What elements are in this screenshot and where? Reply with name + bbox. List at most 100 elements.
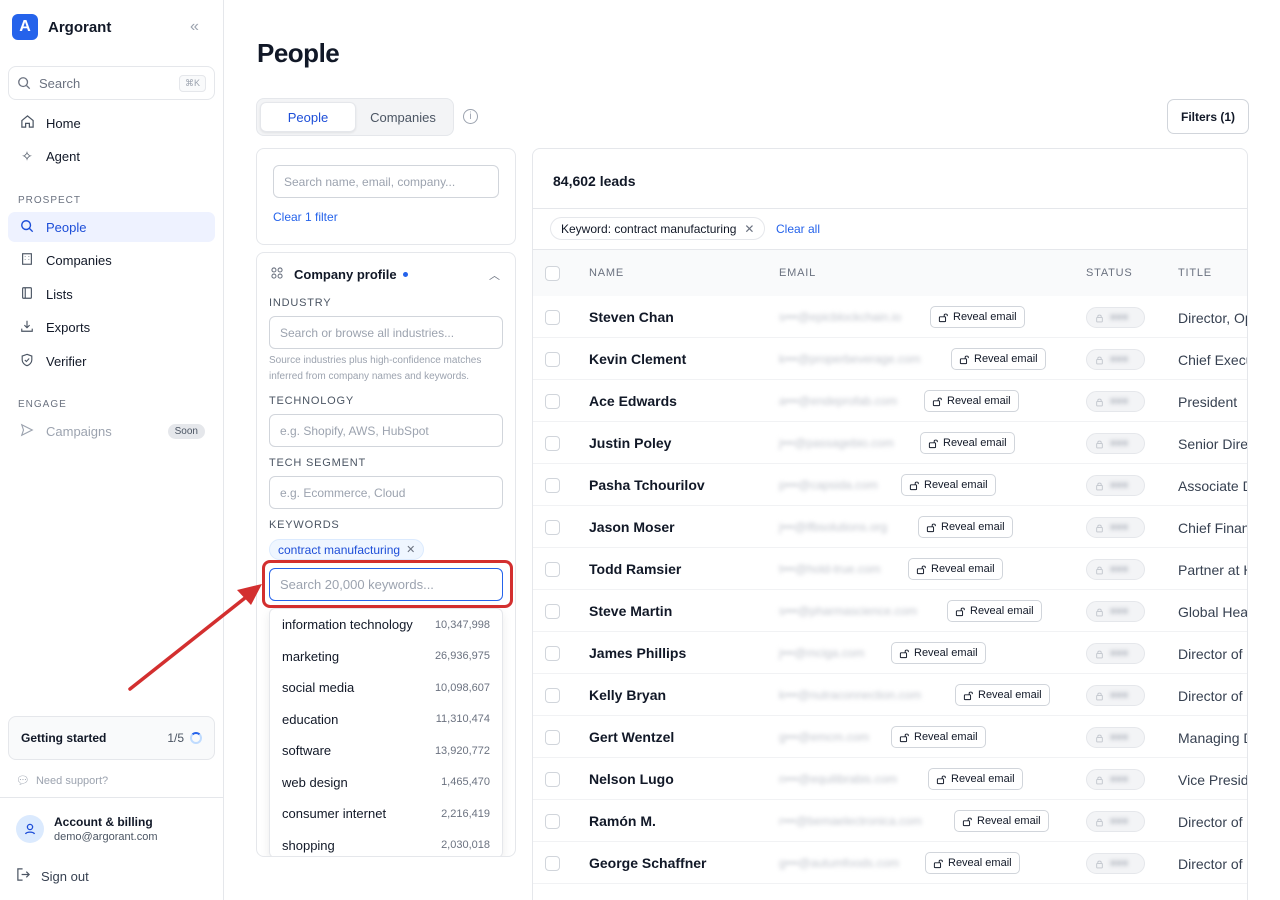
column-header-title[interactable]: TITLE [1178, 267, 1212, 279]
lead-name[interactable]: Justin Poley [589, 435, 671, 451]
keyword-option[interactable]: software 13,920,772 [270, 735, 502, 767]
industry-input[interactable]: Search or browse all industries... [269, 316, 503, 349]
lead-name[interactable]: Kevin Clement [589, 351, 686, 367]
table-row[interactable]: Kelly Bryan k•••@nutraconnection.com Revea… [533, 674, 1247, 716]
filter-search-panel: Search name, email, company... Clear 1 f… [256, 148, 516, 245]
reveal-email-button[interactable]: Reveal email [891, 642, 986, 664]
reveal-email-button[interactable]: Reveal email [925, 852, 1020, 874]
sidebar-search[interactable]: Search ⌘K [8, 66, 215, 100]
row-checkbox[interactable] [545, 436, 560, 451]
tech-segment-input[interactable]: e.g. Ecommerce, Cloud [269, 476, 503, 509]
row-checkbox[interactable] [545, 688, 560, 703]
reveal-email-button[interactable]: Reveal email [930, 306, 1025, 328]
company-profile-header[interactable]: Company profile [270, 266, 408, 283]
column-header-email[interactable]: EMAIL [779, 267, 816, 279]
account-billing[interactable]: Account & billing demo@argorant.com [16, 815, 158, 843]
keyword-option[interactable]: marketing 26,936,975 [270, 641, 502, 673]
table-row[interactable]: Kevin Clement k•••@properbeverage.com Reve… [533, 338, 1247, 380]
reveal-email-button[interactable]: Reveal email [951, 348, 1046, 370]
table-row[interactable]: Ace Edwards a•••@endeprofab.com Reveal ema… [533, 380, 1247, 422]
table-row[interactable]: Nelson Lugo n•••@equilibrabis.com Reveal e… [533, 758, 1247, 800]
reveal-email-button[interactable]: Reveal email [924, 390, 1019, 412]
lead-name[interactable]: Jason Moser [589, 519, 675, 535]
technology-input[interactable]: e.g. Shopify, AWS, HubSpot [269, 414, 503, 447]
row-checkbox[interactable] [545, 856, 560, 871]
lead-name[interactable]: Ace Edwards [589, 393, 677, 409]
sidebar-item-lists[interactable]: Lists [8, 279, 215, 309]
lead-name[interactable]: Nelson Lugo [589, 771, 674, 787]
row-checkbox[interactable] [545, 520, 560, 535]
clear-all-link[interactable]: Clear all [776, 222, 820, 236]
reveal-email-button[interactable]: Reveal email [918, 516, 1013, 538]
keyword-option[interactable]: social media 10,098,607 [270, 672, 502, 704]
row-checkbox[interactable] [545, 730, 560, 745]
column-header-name[interactable]: NAME [589, 267, 624, 279]
reveal-email-button[interactable]: Reveal email [901, 474, 996, 496]
table-row[interactable]: Pasha Tchourilov p•••@capsida.com Reveal e… [533, 464, 1247, 506]
row-checkbox[interactable] [545, 478, 560, 493]
row-checkbox[interactable] [545, 772, 560, 787]
people-search-input[interactable]: Search name, email, company... [273, 165, 499, 198]
lead-name[interactable]: George Schaffner [589, 855, 706, 871]
keyword-option[interactable]: information technology 10,347,998 [270, 609, 502, 641]
lead-name[interactable]: James Phillips [589, 645, 686, 661]
sidebar-item-people[interactable]: People [8, 212, 215, 242]
reveal-email-button[interactable]: Reveal email [947, 600, 1042, 622]
row-checkbox[interactable] [545, 394, 560, 409]
sidebar-item-verifier[interactable]: Verifier [8, 346, 215, 376]
sidebar-item-exports[interactable]: Exports [8, 312, 215, 342]
tab-people[interactable]: People [260, 102, 356, 132]
select-all-checkbox[interactable] [545, 266, 560, 281]
reveal-email-button[interactable]: Reveal email [891, 726, 986, 748]
sidebar-item-home[interactable]: Home [8, 108, 215, 138]
row-checkbox[interactable] [545, 562, 560, 577]
lead-name[interactable]: Ramón M. [589, 813, 656, 829]
column-header-status[interactable]: STATUS [1086, 267, 1133, 279]
collapse-sidebar-icon[interactable]: « [190, 18, 199, 36]
reveal-email-button[interactable]: Reveal email [920, 432, 1015, 454]
info-icon[interactable]: i [463, 109, 478, 124]
row-checkbox[interactable] [545, 814, 560, 829]
lead-name[interactable]: Steve Martin [589, 603, 672, 619]
lead-name[interactable]: Steven Chan [589, 309, 674, 325]
getting-started-card[interactable]: Getting started 1/5 [8, 716, 215, 760]
table-row[interactable]: Gert Wentzel g•••@emcm.com Reveal email ■■■… [533, 716, 1247, 758]
lead-name[interactable]: Kelly Bryan [589, 687, 666, 703]
remove-keyword-icon[interactable]: ✕ [406, 543, 415, 556]
keyword-option[interactable]: web design 1,465,470 [270, 767, 502, 799]
reveal-email-button[interactable]: Reveal email [928, 768, 1023, 790]
lead-name[interactable]: Pasha Tchourilov [589, 477, 705, 493]
sidebar-item-companies[interactable]: Companies [8, 245, 215, 275]
sidebar-item-campaigns[interactable]: Campaigns Soon [8, 416, 215, 446]
reveal-email-button[interactable]: Reveal email [955, 684, 1050, 706]
table-row[interactable]: Steve Martin s•••@pharmascience.com Reveal… [533, 590, 1247, 632]
clear-filter-link[interactable]: Clear 1 filter [273, 210, 338, 224]
table-row[interactable]: Steven Chan s•••@epicblockchain.io Reveal … [533, 296, 1247, 338]
reveal-email-button[interactable]: Reveal email [954, 810, 1049, 832]
remove-filter-icon[interactable]: ✕ [744, 222, 754, 236]
table-row[interactable]: James Phillips j•••@mciga.com Reveal email… [533, 632, 1247, 674]
keyword-option[interactable]: consumer internet 2,216,419 [270, 798, 502, 830]
row-checkbox[interactable] [545, 604, 560, 619]
keyword-option[interactable]: shopping 2,030,018 [270, 830, 502, 857]
need-support-link[interactable]: 💬︎ Need support? [16, 774, 108, 788]
chevron-up-icon[interactable]: ︿ [489, 267, 500, 283]
filters-button[interactable]: Filters (1) [1167, 99, 1249, 134]
table-row[interactable]: Justin Poley j•••@passagebio.com Reveal em… [533, 422, 1247, 464]
sidebar-item-agent[interactable]: ✧ Agent [8, 141, 215, 171]
sign-out-button[interactable]: Sign out [16, 867, 89, 885]
table-row[interactable]: Ramón M. r•••@bemaelectronica.com Reveal e… [533, 800, 1247, 842]
table-row[interactable]: Todd Ramsier t•••@hold-true.com Reveal ema… [533, 548, 1247, 590]
keyword-option[interactable]: education 11,310,474 [270, 704, 502, 736]
table-row[interactable]: Jason Moser j•••@lfbsolutions.org Reveal e… [533, 506, 1247, 548]
row-checkbox[interactable] [545, 646, 560, 661]
lead-name[interactable]: Todd Ramsier [589, 561, 681, 577]
lead-name[interactable]: Gert Wentzel [589, 729, 674, 745]
table-row[interactable]: George Schaffner g•••@autumfoods.com Revea… [533, 842, 1247, 884]
status-hidden-text: ■■■ [1110, 816, 1129, 827]
row-checkbox[interactable] [545, 310, 560, 325]
reveal-email-button[interactable]: Reveal email [908, 558, 1003, 580]
brand[interactable]: A Argorant [12, 14, 111, 40]
row-checkbox[interactable] [545, 352, 560, 367]
tab-companies[interactable]: Companies [356, 102, 450, 132]
